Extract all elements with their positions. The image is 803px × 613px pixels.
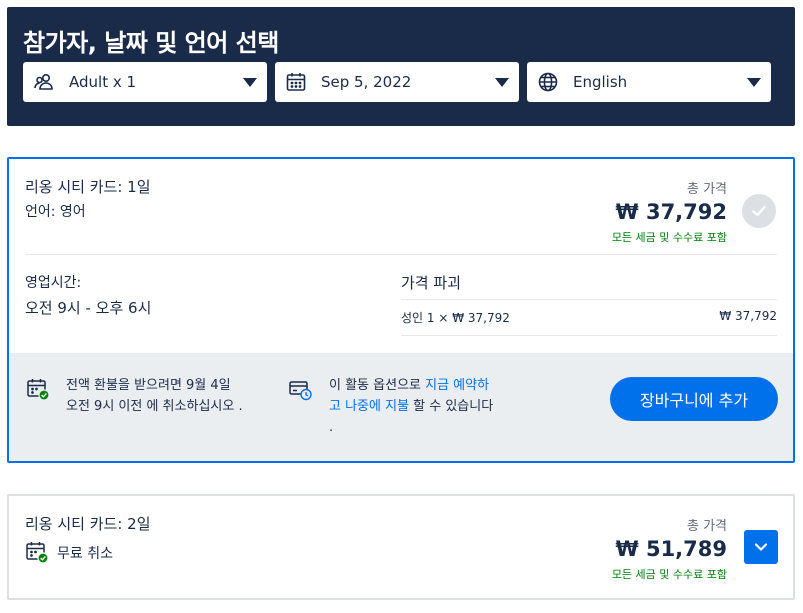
reserve-text: 이 활동 옵션으로 <box>329 378 426 393</box>
globe-icon <box>537 71 559 93</box>
booking-panel: 전액 환불을 받으려면 9월 4일 오전 9시 이전 에 취소하십시오 . 이 … <box>9 353 793 461</box>
hours-label: 영업시간: <box>25 275 82 291</box>
reserve-text: . <box>329 420 334 435</box>
cancellation-line-2: 오전 9시 이전 에 취소하십시오 . <box>66 399 243 414</box>
expand-button[interactable] <box>744 530 778 564</box>
divider <box>401 335 777 336</box>
pay-later-link[interactable]: 고 나중에 지불 <box>329 399 409 414</box>
cancellation-policy: 전액 환불을 받으려면 9월 4일 오전 9시 이전 에 취소하십시오 . <box>66 375 243 417</box>
price-note: 모든 세금 및 수수료 포함 <box>611 568 727 581</box>
check-icon <box>752 205 766 217</box>
calendar-icon <box>285 71 307 93</box>
selection-header: 참가자, 날짜 및 언어 선택 Adult x 1 Sep 5, 2022 En… <box>7 7 795 126</box>
chevron-down-icon <box>747 78 761 87</box>
breakdown-title: 가격 파괴 <box>401 274 461 292</box>
header-title: 참가자, 날짜 및 언어 선택 <box>23 29 279 57</box>
calendar-check-icon <box>25 540 49 568</box>
option-language: 언어: 영어 <box>25 204 86 220</box>
chevron-down-icon <box>243 78 257 87</box>
chevron-down-icon <box>495 78 509 87</box>
reserve-pay-later-icon <box>288 377 312 405</box>
reserve-now-link[interactable]: 지금 예약하 <box>425 378 489 393</box>
price-value: ₩ 51,789 <box>615 537 727 561</box>
divider <box>25 254 777 255</box>
option-title: 리옹 시티 카드: 1일 <box>25 178 151 196</box>
date-value: Sep 5, 2022 <box>321 73 412 91</box>
select-check[interactable] <box>742 194 776 228</box>
calendar-check-icon <box>26 377 50 405</box>
option-title: 리옹 시티 카드: 2일 <box>25 515 151 533</box>
participants-picker[interactable]: Adult x 1 <box>23 62 267 102</box>
option-card-1day[interactable]: 리옹 시티 카드: 1일 언어: 영어 총 가격 ₩ 37,792 모든 세금 … <box>7 157 795 463</box>
breakdown-row-label: 성인 1 × ₩ 37,792 <box>401 311 510 325</box>
divider <box>401 299 777 300</box>
people-icon <box>33 71 55 93</box>
price-note: 모든 세금 및 수수료 포함 <box>611 231 727 244</box>
language-value: English <box>573 73 628 91</box>
hours-value: 오전 9시 - 오후 6시 <box>25 299 152 317</box>
reserve-now-pay-later: 이 활동 옵션으로 지금 예약하 고 나중에 지불 할 수 있습니다 . <box>329 375 493 438</box>
free-cancellation: 무료 취소 <box>57 546 113 562</box>
price-label: 총 가격 <box>686 182 727 197</box>
chevron-down-icon <box>754 543 768 551</box>
add-to-cart-button[interactable]: 장바구니에 추가 <box>610 377 778 421</box>
language-picker[interactable]: English <box>527 62 771 102</box>
price-value: ₩ 37,792 <box>615 200 727 224</box>
reserve-text: 할 수 있습니다 <box>409 399 494 414</box>
participants-value: Adult x 1 <box>69 73 137 91</box>
breakdown-row-value: ₩ 37,792 <box>719 309 777 323</box>
date-picker[interactable]: Sep 5, 2022 <box>275 62 519 102</box>
price-label: 총 가격 <box>686 519 727 534</box>
option-card-2day[interactable]: 리옹 시티 카드: 2일 무료 취소 총 가격 ₩ 51,789 모든 세금 및… <box>7 494 795 600</box>
cancellation-line-1: 전액 환불을 받으려면 9월 4일 <box>66 378 231 393</box>
